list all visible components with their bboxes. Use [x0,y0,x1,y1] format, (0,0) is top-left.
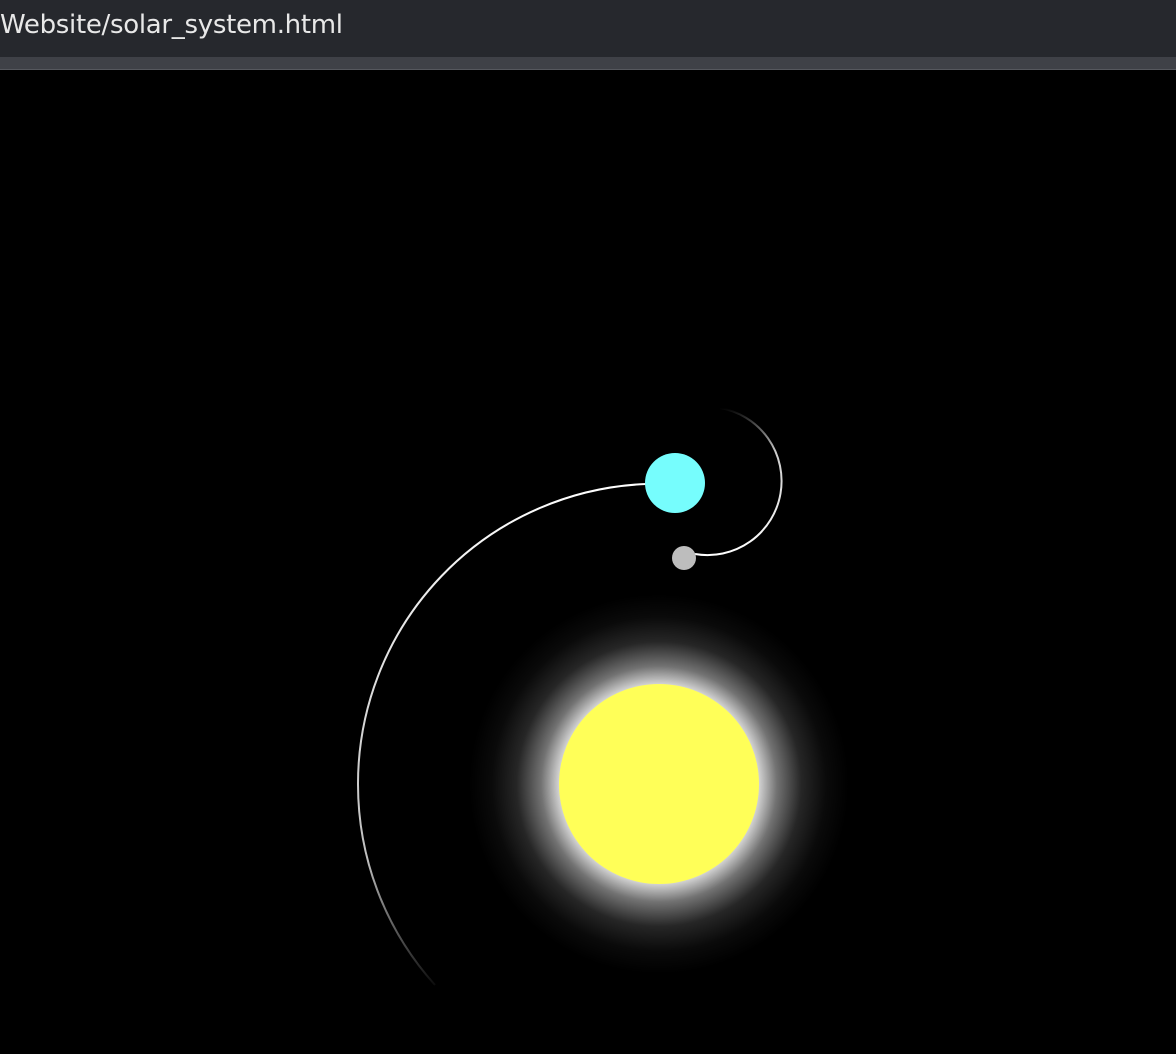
moon-orbit-trail [694,407,783,557]
planet [645,453,705,513]
sun [559,684,759,884]
tab-strip [0,57,1176,70]
moon [672,546,696,570]
solar-system-canvas [356,407,849,986]
title-bar: Website/solar_system.html [0,0,1176,57]
window-title: Website/solar_system.html [0,10,343,40]
page-viewport [0,70,1176,1054]
